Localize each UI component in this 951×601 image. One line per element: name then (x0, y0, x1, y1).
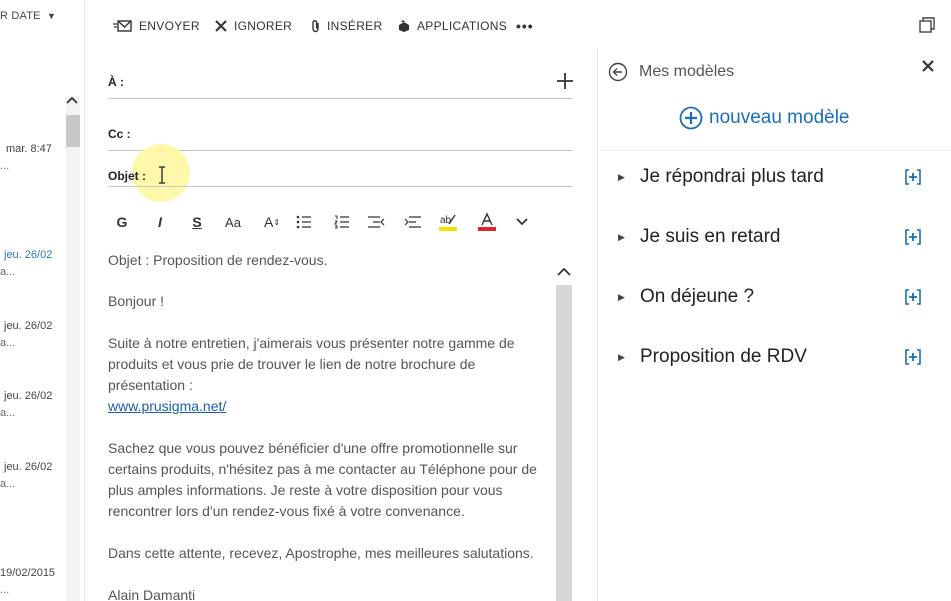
send-button[interactable]: ENVOYER (113, 16, 200, 36)
decrease-indent-icon (368, 216, 385, 228)
caret-right-icon[interactable]: ▶ (618, 172, 640, 183)
bold-button[interactable]: G (113, 210, 131, 234)
italic-button[interactable]: I (151, 210, 169, 234)
insert-button[interactable]: INSÉRER (311, 16, 382, 36)
templates-pane (597, 48, 951, 601)
more-options-button[interactable]: ••• (516, 16, 534, 36)
template-item[interactable]: ▶ Je suis en retard (618, 222, 923, 252)
body-link[interactable]: www.prusigma.net/ (108, 396, 553, 417)
body-signature: Alain Damanti (108, 587, 196, 601)
cc-label: Cc : (108, 127, 131, 141)
sort-by-date-dropdown[interactable]: R DATE ▼ (0, 10, 56, 22)
applications-button[interactable]: APPLICATIONS (397, 16, 507, 36)
apps-icon (399, 20, 409, 32)
scroll-up-icon[interactable] (65, 92, 79, 108)
to-label: À : (108, 75, 124, 89)
templates-title: Mes modèles (639, 63, 735, 80)
font-color-button[interactable] (477, 210, 497, 234)
grow-font-button[interactable]: A ⇕ (262, 210, 282, 234)
font-color-icon (478, 212, 496, 231)
add-circle-icon (679, 106, 703, 130)
chevron-down-icon (516, 218, 528, 226)
bullet-list-icon (296, 215, 311, 229)
numbered-list-icon (334, 215, 349, 229)
subject-underline (108, 186, 573, 187)
body-greeting: Bonjour ! (108, 293, 165, 309)
add-recipient-icon[interactable] (556, 72, 574, 95)
divider (600, 150, 951, 151)
caret-down-icon: ▼ (47, 11, 57, 21)
ignore-button[interactable]: IGNORER (214, 16, 292, 36)
mail-list: R DATE ▼ mar. 8:47 ... jeu. 26/02 a... j… (0, 0, 85, 601)
increase-indent-button[interactable] (403, 210, 423, 234)
popout-window-icon[interactable] (918, 16, 936, 39)
insert-template-icon[interactable] (903, 167, 923, 187)
insert-template-icon[interactable] (903, 347, 923, 367)
body-paragraph: Suite à notre entretien, j'aimerais vous… (108, 335, 515, 393)
underline-button[interactable]: S (188, 210, 206, 234)
new-template-button[interactable]: nouveau modèle (679, 106, 850, 130)
subject-input[interactable] (152, 164, 571, 186)
message-body[interactable]: Objet : Proposition de rendez-vous. Bonj… (108, 250, 553, 601)
more-formatting-button[interactable] (513, 210, 531, 234)
highlight-icon: ab (439, 214, 457, 231)
caret-right-icon[interactable]: ▶ (618, 352, 640, 363)
caret-right-icon[interactable]: ▶ (618, 232, 640, 243)
body-closing: Dans cette attente, recevez, Apostrophe,… (108, 545, 534, 561)
scroll-up-icon[interactable] (556, 264, 572, 282)
insert-template-icon[interactable] (903, 227, 923, 247)
font-size-button[interactable]: Aa (221, 210, 245, 234)
caret-right-icon[interactable]: ▶ (618, 292, 640, 303)
decrease-indent-button[interactable] (366, 210, 386, 234)
template-item[interactable]: ▶ On déjeune ? (618, 282, 923, 312)
template-item[interactable]: ▶ Proposition de RDV (618, 342, 923, 372)
to-field[interactable] (135, 70, 550, 96)
back-icon[interactable] (608, 62, 628, 87)
grow-arrows-icon: ⇕ (273, 217, 281, 227)
body-subject-line: Objet : Proposition de rendez-vous. (108, 252, 328, 268)
subject-label: Objet : (108, 169, 146, 183)
body-scrollbar[interactable] (556, 285, 572, 601)
close-pane-icon[interactable] (920, 58, 936, 79)
body-paragraph: Sachez que vous pouvez bénéficier d'une … (108, 440, 537, 519)
increase-indent-icon (404, 216, 421, 228)
close-icon (215, 20, 227, 32)
mail-list-scrollbar[interactable] (66, 96, 80, 601)
svg-text:ab: ab (440, 215, 452, 226)
numbering-button[interactable] (332, 210, 352, 234)
insert-template-icon[interactable] (903, 287, 923, 307)
send-icon (113, 20, 132, 32)
bullets-button[interactable] (294, 210, 314, 234)
to-underline (108, 98, 573, 99)
paperclip-icon (312, 20, 319, 33)
cc-field[interactable] (135, 122, 570, 148)
highlight-button[interactable]: ab (438, 210, 458, 234)
mail-list-scroll-thumb[interactable] (66, 115, 80, 147)
template-item[interactable]: ▶ Je répondrai plus tard (618, 162, 923, 192)
